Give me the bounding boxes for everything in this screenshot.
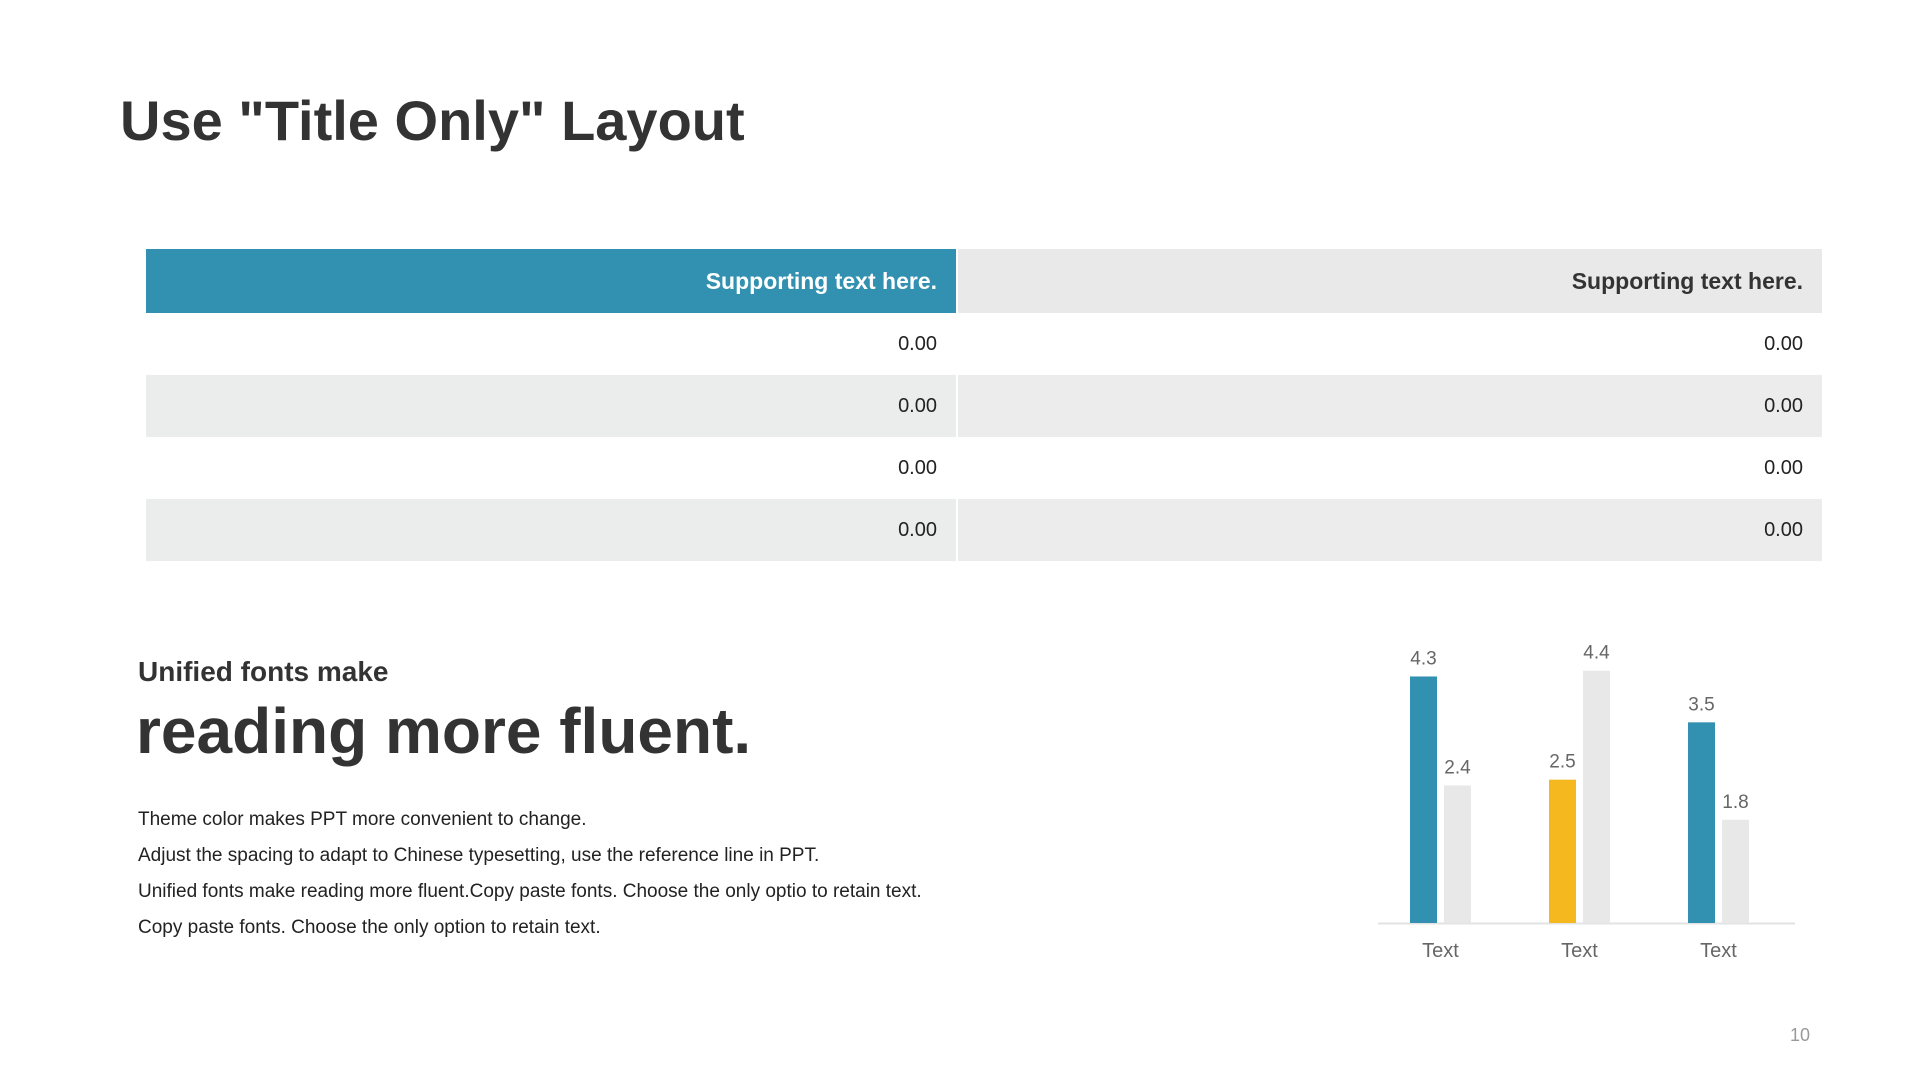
chart-bar bbox=[1410, 676, 1437, 923]
page-number: 10 bbox=[1789, 1025, 1810, 1045]
table-cell: 0.00 bbox=[957, 437, 1822, 499]
table-header-a: Supporting text here. bbox=[146, 249, 958, 313]
table-header-row: Supporting text here. Supporting text he… bbox=[146, 249, 1822, 313]
body-line: Unified fonts make reading more fluent.C… bbox=[138, 881, 922, 902]
headline: reading more fluent. bbox=[136, 695, 752, 767]
data-table: Supporting text here. Supporting text he… bbox=[146, 249, 1822, 561]
chart-data-label: 4.4 bbox=[1583, 643, 1610, 664]
chart-bar bbox=[1688, 722, 1715, 923]
chart-bar bbox=[1444, 785, 1471, 923]
table-cell: 0.00 bbox=[957, 499, 1822, 561]
table-cell: 0.00 bbox=[957, 375, 1822, 437]
body-line: Theme color makes PPT more convenient to… bbox=[138, 809, 587, 830]
table-row: 0.00 0.00 bbox=[146, 313, 1822, 375]
body-text: Theme color makes PPT more convenient to… bbox=[138, 802, 922, 946]
table-header-b: Supporting text here. bbox=[957, 249, 1822, 313]
chart-bar bbox=[1549, 779, 1576, 923]
chart-category-label: Text bbox=[1561, 940, 1598, 962]
subhead: Unified fonts make bbox=[138, 656, 389, 687]
chart-data-label: 3.5 bbox=[1688, 694, 1714, 715]
chart-category-label: Text bbox=[1700, 940, 1737, 962]
chart-category-label: Text bbox=[1422, 940, 1459, 962]
chart-data-label: 1.8 bbox=[1722, 792, 1748, 813]
chart-data-label: 2.5 bbox=[1549, 752, 1575, 773]
table-cell: 0.00 bbox=[146, 313, 958, 375]
bar-chart: 4.3 2.4 Text 2.5 4.4 Text 3.5 1.8 Text bbox=[1378, 643, 1795, 962]
slide: Use "Title Only" Layout Supporting text … bbox=[0, 0, 1920, 1080]
chart-data-label: 4.3 bbox=[1410, 648, 1436, 669]
body-line: Adjust the spacing to adapt to Chinese t… bbox=[138, 845, 820, 866]
body-line: Copy paste fonts. Choose the only option… bbox=[138, 917, 601, 938]
table-cell: 0.00 bbox=[146, 375, 958, 437]
chart-data-label: 2.4 bbox=[1444, 757, 1471, 778]
table-cell: 0.00 bbox=[957, 313, 1822, 375]
table-row: 0.00 0.00 bbox=[146, 499, 1822, 561]
slide-title: Use "Title Only" Layout bbox=[120, 89, 745, 152]
table-row: 0.00 0.00 bbox=[146, 375, 1822, 437]
table-cell: 0.00 bbox=[146, 499, 958, 561]
chart-bar bbox=[1722, 819, 1749, 923]
table-row: 0.00 0.00 bbox=[146, 437, 1822, 499]
table-cell: 0.00 bbox=[146, 437, 958, 499]
chart-bar bbox=[1583, 670, 1610, 923]
